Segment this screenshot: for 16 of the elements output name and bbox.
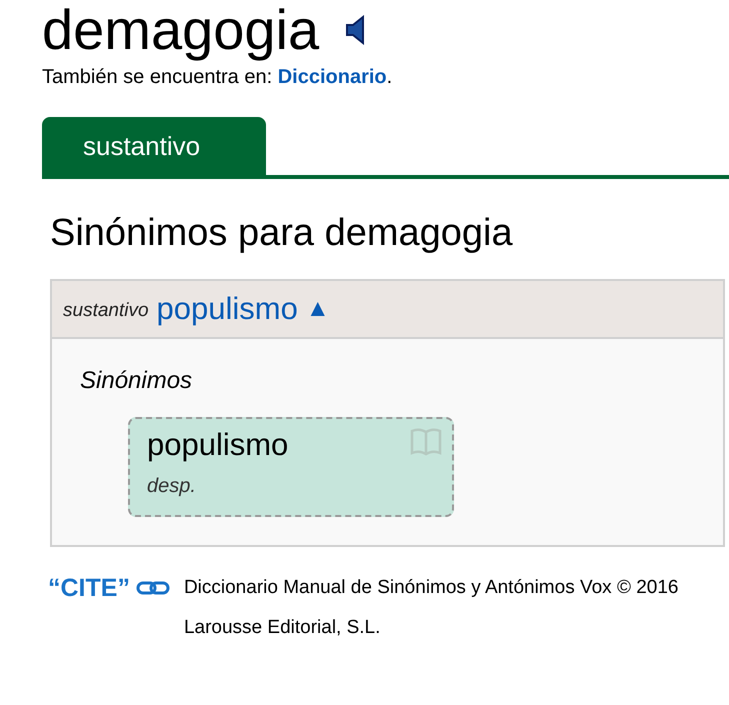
- headword-link[interactable]: populismo: [156, 291, 298, 327]
- synonym-card[interactable]: populismo desp.: [128, 417, 454, 517]
- usage-note: desp.: [147, 475, 197, 498]
- subheading: Sinónimos: [80, 367, 194, 395]
- section-title: Sinónimos para demagogia: [50, 211, 514, 256]
- book-icon: [410, 427, 442, 457]
- copyright-text: Diccionario Manual de Sinónimos y Antónimos Vox © 2016 Larousse Editorial, S.L.: [184, 576, 680, 640]
- dictionary-link[interactable]: Diccionario: [278, 66, 387, 88]
- link-icon[interactable]: [136, 581, 170, 595]
- synonym-word: populismo: [147, 427, 288, 463]
- collapse-toggle[interactable]: ▲: [306, 295, 330, 323]
- also-found-text: También se encuentra en: Diccionario.: [42, 66, 394, 89]
- headword-title: demagogia: [42, 0, 320, 60]
- cite-link[interactable]: “CITE”: [48, 573, 130, 603]
- part-of-speech: sustantivo: [63, 299, 149, 322]
- tab[interactable]: sustantivo: [42, 117, 266, 175]
